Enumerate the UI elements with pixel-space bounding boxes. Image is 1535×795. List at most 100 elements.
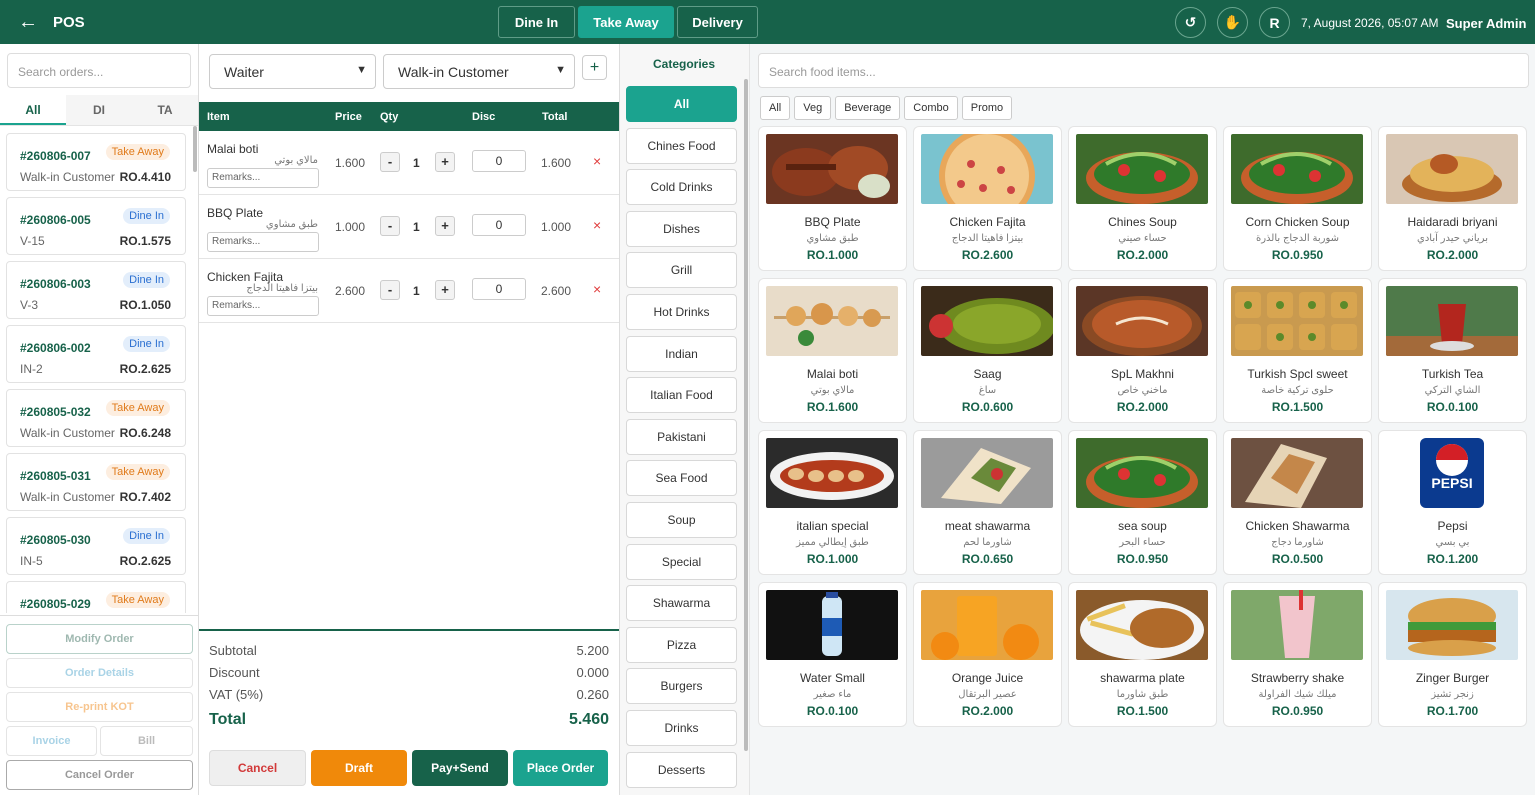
food-name: Turkish Spcl sweet [1247, 367, 1348, 381]
category-button[interactable]: Grill [626, 252, 737, 289]
category-button[interactable]: Desserts [626, 751, 737, 788]
category-button[interactable]: All [626, 86, 737, 122]
filter-chip[interactable]: Combo [904, 96, 958, 120]
category-button[interactable]: Soup [626, 502, 737, 538]
food-price: RO.0.600 [961, 400, 1014, 414]
back-arrow-icon[interactable]: ← [18, 10, 38, 34]
discount-input[interactable]: 0 [472, 214, 526, 236]
food-item-card[interactable]: Chines Soup حساء صيني RO.2.000 [1068, 126, 1217, 271]
category-button[interactable]: Cold Drinks [626, 169, 737, 206]
search-orders-input[interactable]: Search orders... [7, 53, 191, 88]
order-card[interactable]: #260805-030 Dine In IN-5 RO.2.625 [6, 517, 186, 575]
waiter-select[interactable]: Waiter ▼ [209, 54, 376, 89]
remove-item-icon[interactable]: × [593, 153, 601, 169]
draft-button[interactable]: Draft [311, 750, 407, 786]
remarks-input[interactable]: Remarks... [207, 232, 319, 252]
filter-chip[interactable]: All [760, 96, 791, 120]
category-button[interactable]: Dishes [626, 210, 737, 247]
category-button[interactable]: Burgers [626, 668, 737, 705]
food-item-card[interactable]: sea soup حساء البحر RO.0.950 [1068, 430, 1217, 575]
order-type-badge: Dine In [123, 208, 170, 224]
tab-all[interactable]: All [0, 95, 66, 125]
refresh-icon[interactable]: ↺ [1175, 7, 1206, 38]
food-item-card[interactable]: Malai boti مالاي بوتي RO.1.600 [758, 278, 907, 423]
orders-scrollbar[interactable] [193, 126, 197, 172]
qty-minus-button[interactable]: - [380, 280, 400, 300]
category-button[interactable]: Pakistani [626, 418, 737, 455]
order-card[interactable]: #260806-005 Dine In V-15 RO.1.575 [6, 197, 186, 255]
cancel-order-button[interactable]: Cancel Order [6, 760, 193, 790]
user-name[interactable]: Super Admin [1446, 16, 1526, 31]
food-item-card[interactable]: Corn Chicken Soup شوربة الدجاج بالذرة RO.0… [1223, 126, 1372, 271]
category-button[interactable]: Italian Food [626, 377, 737, 414]
customer-select[interactable]: Walk-in Customer ▼ [383, 54, 575, 89]
food-price: RO.1.200 [1426, 552, 1479, 566]
bill-button[interactable]: Bill [100, 726, 193, 756]
remove-item-icon[interactable]: × [593, 281, 601, 297]
filter-chip[interactable]: Veg [794, 96, 832, 120]
food-item-card[interactable]: Haidaradi briyani برياني حيدر آبادي RO.2.0… [1378, 126, 1527, 271]
qty-minus-button[interactable]: - [380, 152, 400, 172]
search-food-input[interactable]: Search food items... [758, 53, 1529, 88]
place-order-button[interactable]: Place Order [513, 750, 608, 786]
food-item-card[interactable]: Turkish Tea الشاي التركي RO.0.100 [1378, 278, 1527, 423]
food-item-card[interactable]: Chicken Shawarma شاورما دجاج RO.0.500 [1223, 430, 1372, 575]
food-item-card[interactable]: Saag ساغ RO.0.600 [913, 278, 1062, 423]
tab-di[interactable]: DI [66, 95, 132, 125]
reprint-kot-button[interactable]: Re-print KOT [6, 692, 193, 722]
food-item-card[interactable]: Strawberry shake ميلك شيك الفراولة RO.0.95… [1223, 582, 1372, 727]
pay-send-button[interactable]: Pay+Send [412, 750, 508, 786]
dine-in-button[interactable]: Dine In [498, 6, 575, 38]
food-item-card[interactable]: Water Small ماء صغير RO.0.100 [758, 582, 907, 727]
remarks-input[interactable]: Remarks... [207, 296, 319, 316]
modify-order-button[interactable]: Modify Order [6, 624, 193, 654]
order-card[interactable]: #260806-002 Dine In IN-2 RO.2.625 [6, 325, 186, 383]
category-button[interactable]: Sea Food [626, 460, 737, 497]
cart-item-arabic: بيتزا فاهيتا الدجاج [246, 283, 318, 294]
qty-plus-button[interactable]: + [435, 216, 455, 236]
category-button[interactable]: Hot Drinks [626, 294, 737, 330]
category-button[interactable]: Special [626, 543, 737, 580]
order-card[interactable]: #260805-032 Take Away Walk-in Customer RO.6… [6, 389, 186, 447]
user-avatar[interactable]: R [1259, 7, 1290, 38]
qty-plus-button[interactable]: + [435, 152, 455, 172]
qty-minus-button[interactable]: - [380, 216, 400, 236]
category-button[interactable]: Chines Food [626, 127, 737, 164]
add-customer-button[interactable]: + [582, 55, 607, 80]
tab-ta[interactable]: TA [132, 95, 198, 125]
categories-scrollbar[interactable] [744, 79, 748, 751]
remarks-input[interactable]: Remarks... [207, 168, 319, 188]
food-item-card[interactable]: meat shawarma شاورما لحم RO.0.650 [913, 430, 1062, 575]
food-item-card[interactable]: Chicken Fajita بيتزا فاهيتا الدجاج RO.2.60… [913, 126, 1062, 271]
order-card[interactable]: #260806-007 Take Away Walk-in Customer RO.4… [6, 133, 186, 191]
food-item-card[interactable]: Zinger Burger زنجر تشيز RO.1.700 [1378, 582, 1527, 727]
order-details-button[interactable]: Order Details [6, 658, 193, 688]
food-price: RO.0.100 [1426, 400, 1479, 414]
food-item-card[interactable]: shawarma plate طبق شاورما RO.1.500 [1068, 582, 1217, 727]
food-price: RO.0.950 [1271, 248, 1324, 262]
category-button[interactable]: Shawarma [626, 585, 737, 622]
cancel-button[interactable]: Cancel [209, 750, 306, 786]
filter-chip[interactable]: Beverage [835, 96, 901, 120]
delivery-button[interactable]: Delivery [677, 6, 758, 38]
order-card[interactable]: #260805-029 Take Away [6, 581, 186, 613]
category-button[interactable]: Pizza [626, 626, 737, 663]
take-away-button[interactable]: Take Away [578, 6, 674, 38]
food-item-card[interactable]: BBQ Plate طبق مشاوي RO.1.000 [758, 126, 907, 271]
food-item-card[interactable]: PEPSI Pepsi بي بسي RO.1.200 [1378, 430, 1527, 575]
remove-item-icon[interactable]: × [593, 217, 601, 233]
filter-chip[interactable]: Promo [961, 96, 1013, 120]
food-item-card[interactable]: Orange Juice عصير البرتقال RO.2.000 [913, 582, 1062, 727]
order-card[interactable]: #260805-031 Take Away Walk-in Customer RO.7… [6, 453, 186, 511]
hand-icon[interactable]: ✋ [1217, 7, 1248, 38]
invoice-button[interactable]: Invoice [6, 726, 97, 756]
order-card[interactable]: #260806-003 Dine In V-3 RO.1.050 [6, 261, 186, 319]
discount-input[interactable]: 0 [472, 278, 526, 300]
food-item-card[interactable]: Turkish Spcl sweet حلوى تركية خاصة RO.1.50… [1223, 278, 1372, 423]
food-item-card[interactable]: SpL Makhni ماخني خاص RO.2.000 [1068, 278, 1217, 423]
discount-input[interactable]: 0 [472, 150, 526, 172]
category-button[interactable]: Drinks [626, 710, 737, 746]
category-button[interactable]: Indian [626, 335, 737, 372]
qty-plus-button[interactable]: + [435, 280, 455, 300]
food-item-card[interactable]: italian special طبق إيطالي مميز RO.1.000 [758, 430, 907, 575]
